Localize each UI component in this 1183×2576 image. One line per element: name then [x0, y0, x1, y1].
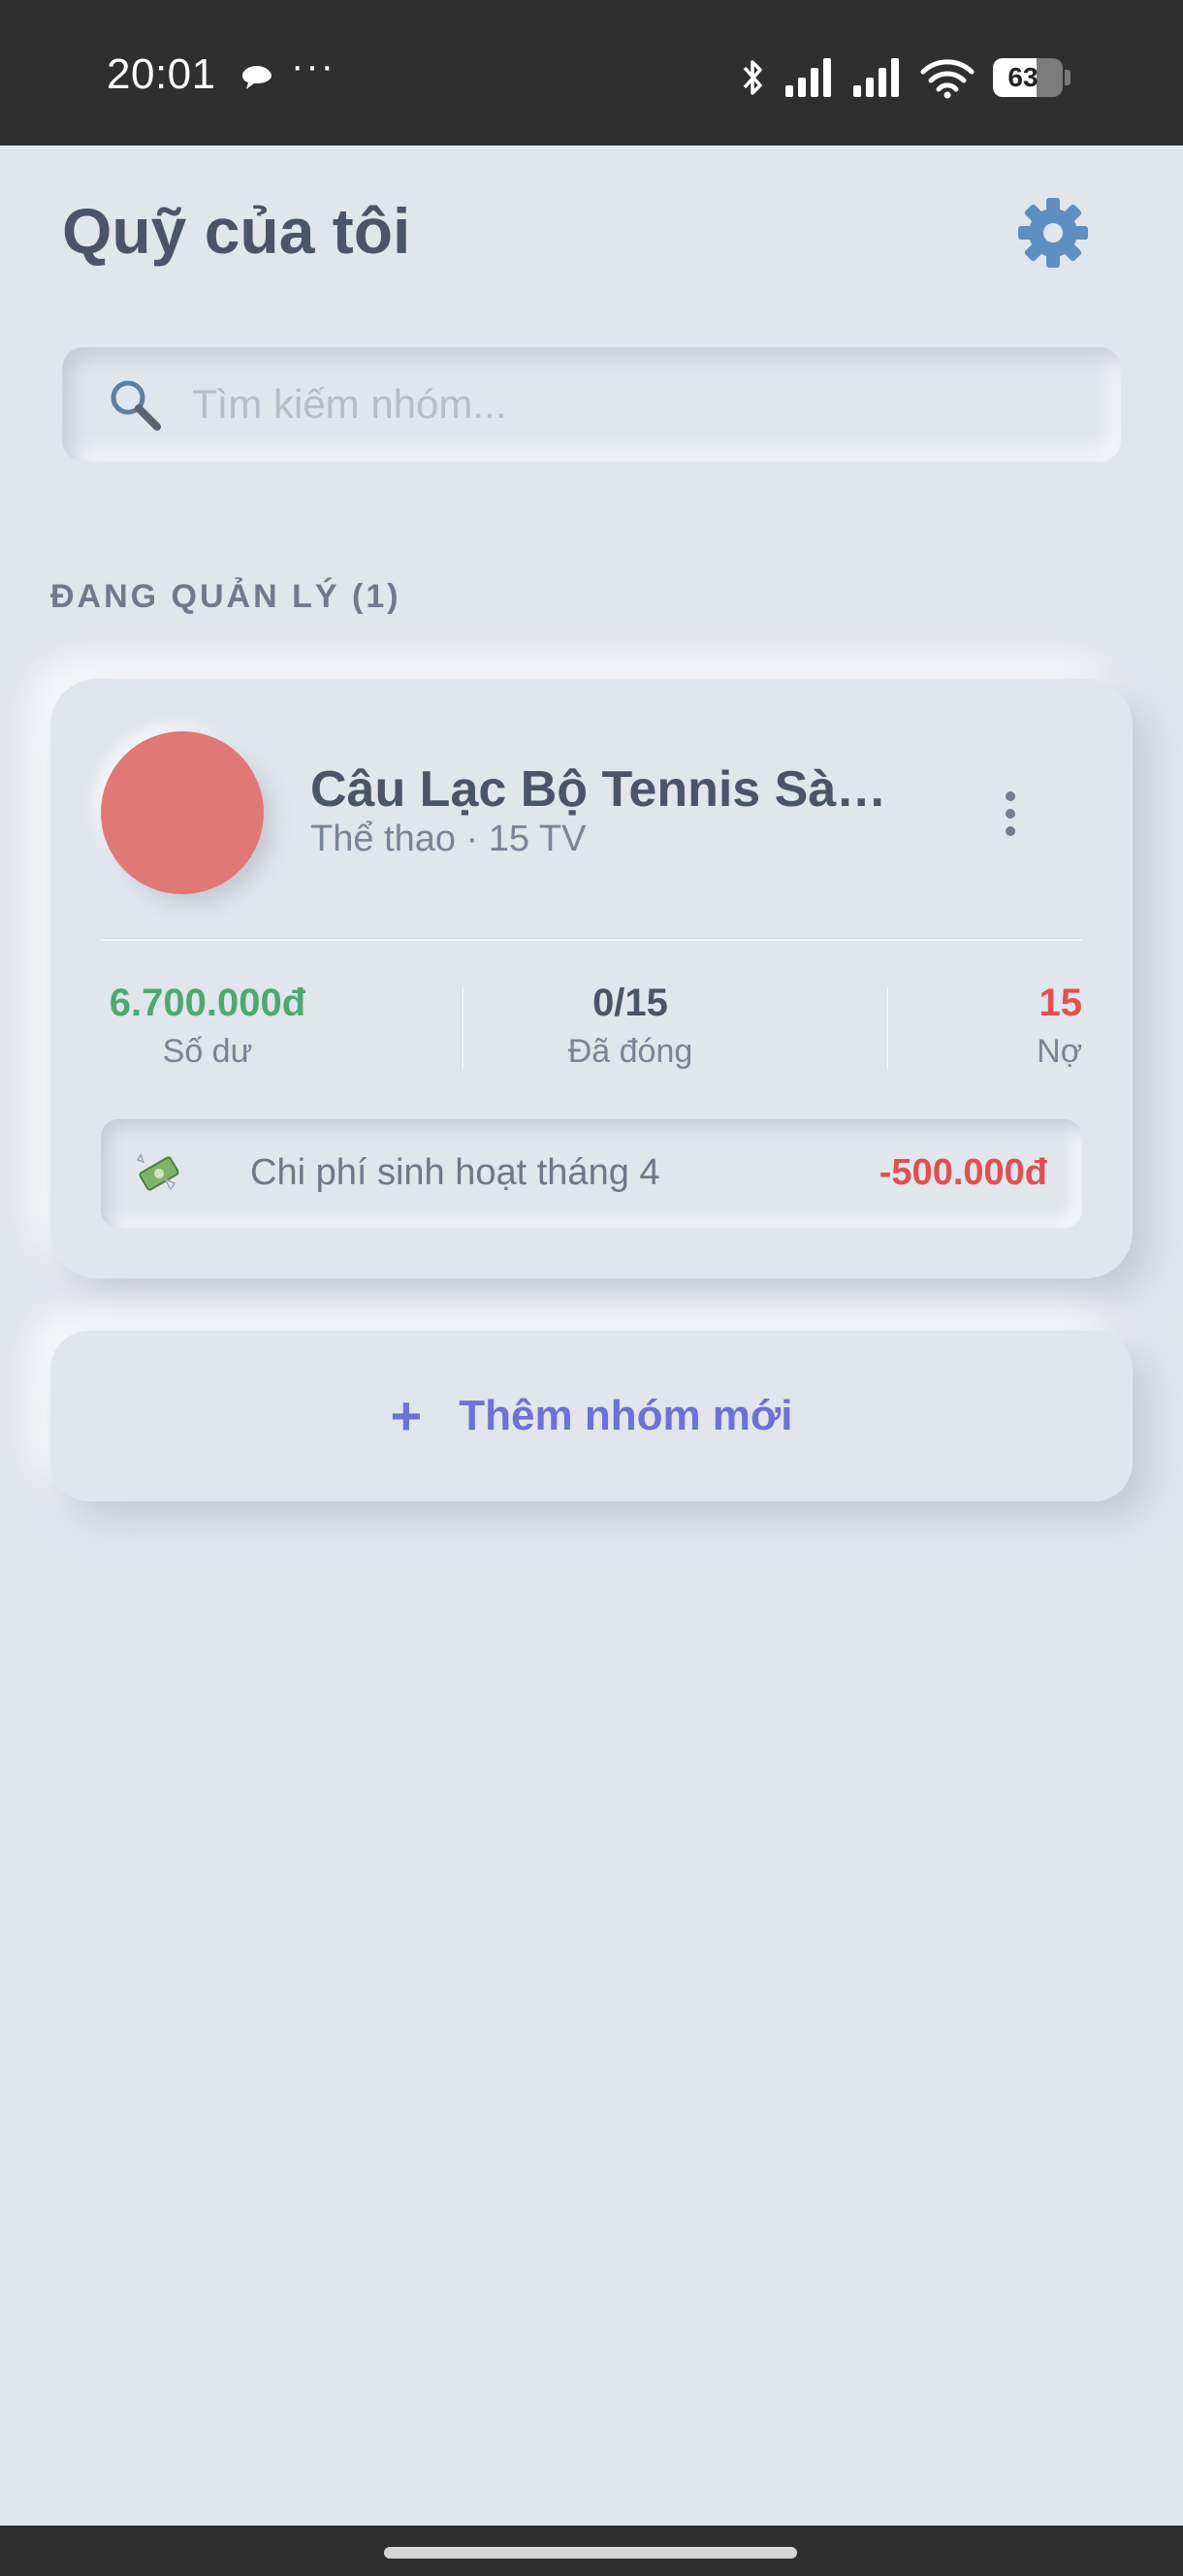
- signal-icon: [783, 58, 834, 97]
- group-meta: Thể thao · 15 TV: [310, 819, 587, 859]
- system-navigation-bar: [0, 2526, 1183, 2576]
- add-group-button[interactable]: + Thêm nhóm mới: [50, 1331, 1133, 1501]
- plus-icon: +: [390, 1385, 423, 1446]
- balance-value: 6.700.000đ: [109, 982, 306, 1024]
- more-notifications-icon: ···: [291, 45, 336, 87]
- stat-balance: 6.700.000đ Số dư: [101, 982, 314, 1071]
- gear-icon: [1016, 196, 1090, 274]
- battery-icon: 63: [993, 58, 1063, 97]
- stat-separator: [886, 987, 888, 1069]
- group-card[interactable]: Câu Lạc Bộ Tennis Sài Gòn Thể thao · 15 …: [50, 679, 1133, 1278]
- signal-icon: [851, 58, 902, 97]
- add-group-label: Thêm nhóm mới: [459, 1392, 793, 1439]
- card-divider: [101, 939, 1082, 941]
- paid-label: Đã đóng: [567, 1033, 693, 1070]
- debt-value: 15: [1039, 982, 1083, 1024]
- page-title: Quỹ của tôi: [62, 195, 411, 267]
- settings-button[interactable]: [1014, 196, 1092, 274]
- status-time: 20:01: [107, 50, 216, 98]
- section-label-managing: ĐANG QUẢN LÝ (1): [50, 578, 401, 615]
- bluetooth-icon: [741, 56, 766, 99]
- status-bar: 20:01 ··· 63: [0, 0, 1183, 145]
- transaction-amount: -500.000đ: [879, 1152, 1047, 1193]
- balance-label: Số dư: [162, 1033, 253, 1070]
- debt-label: Nợ: [1037, 1033, 1082, 1070]
- stat-paid: 0/15 Đã đóng: [458, 982, 803, 1071]
- latest-transaction[interactable]: Chi phí sinh hoạt tháng 4 -500.000đ: [101, 1119, 1082, 1228]
- transaction-label: Chi phí sinh hoạt tháng 4: [250, 1152, 660, 1193]
- money-with-wings-icon: [136, 1150, 182, 1197]
- more-vertical-icon: [1004, 789, 1017, 843]
- home-indicator[interactable]: [384, 2547, 797, 2559]
- search-icon: [107, 376, 163, 433]
- group-menu-button[interactable]: [981, 784, 1039, 848]
- status-icons: 63: [741, 56, 1071, 99]
- paid-value: 0/15: [592, 982, 668, 1024]
- wifi-icon: [919, 56, 975, 99]
- search-bar[interactable]: [62, 347, 1121, 462]
- search-input[interactable]: [192, 381, 1026, 428]
- battery-tip: [1065, 70, 1071, 85]
- group-avatar: [101, 731, 264, 894]
- stat-debt: 15 Nợ: [981, 982, 1082, 1071]
- group-name: Câu Lạc Bộ Tennis Sài Gòn: [310, 761, 892, 818]
- chat-bubble-icon: [240, 64, 273, 89]
- battery-level-text: 63: [1007, 62, 1039, 92]
